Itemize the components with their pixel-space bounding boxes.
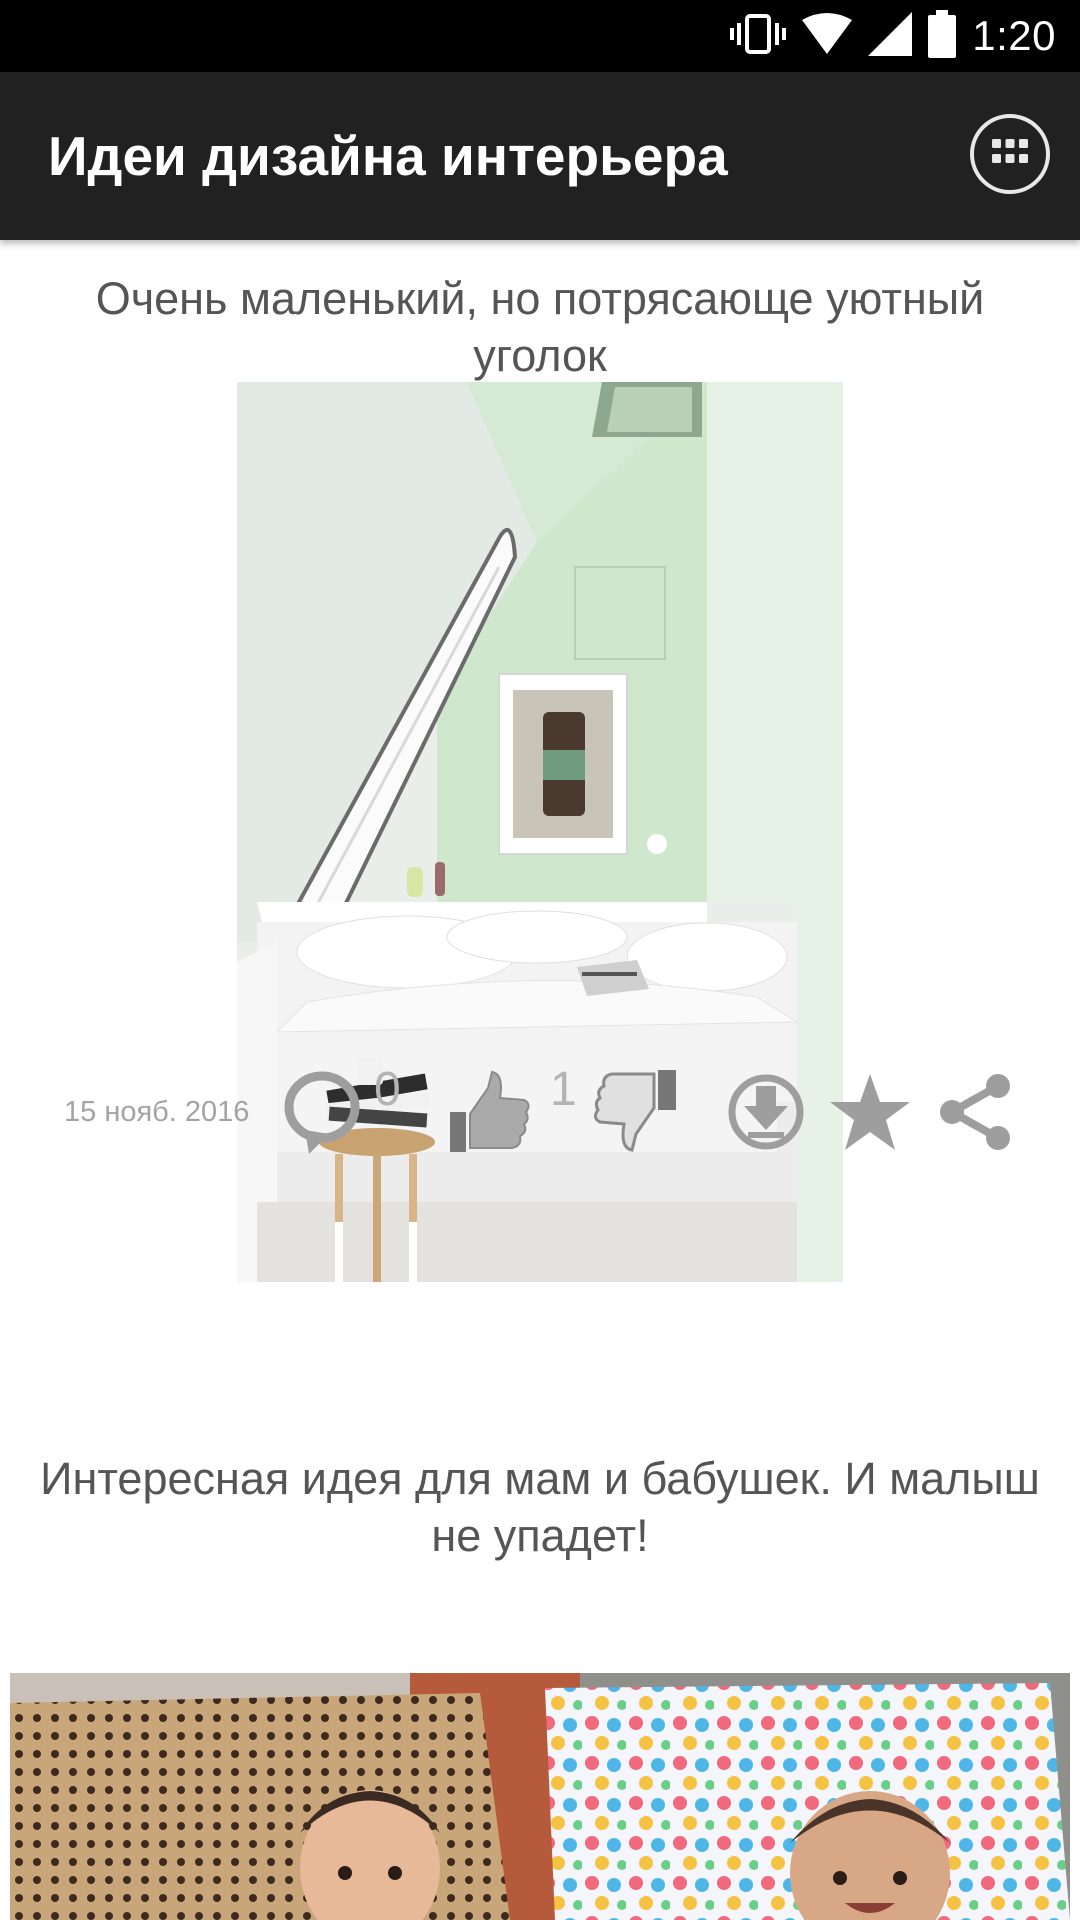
status-bar: 1:20	[0, 0, 1080, 72]
download-icon[interactable]	[726, 1072, 806, 1157]
apps-menu-button[interactable]	[970, 114, 1050, 194]
likes-count: 1	[550, 1063, 577, 1116]
post-title: Очень маленький, но потрясающе уютный уг…	[95, 273, 985, 381]
signal-icon	[868, 11, 913, 61]
battery-icon	[928, 9, 957, 63]
feed[interactable]: Очень маленький, но потрясающе уютный уг…	[0, 240, 1080, 1920]
dislike-icon[interactable]	[592, 1068, 680, 1157]
share-icon[interactable]	[934, 1072, 1016, 1157]
status-icons: 1:20	[730, 0, 1056, 72]
wifi-icon	[802, 12, 853, 61]
app-title: Идеи дизайна интерьера	[48, 125, 728, 187]
app-bar: Идеи дизайна интерьера	[0, 72, 1080, 240]
comments-count: 0	[374, 1063, 401, 1116]
post-date: 15 нояб. 2016	[64, 1096, 250, 1128]
like-icon[interactable]	[448, 1070, 532, 1159]
post-title: Интересная идея для мам и бабушек. И мал…	[40, 1453, 1040, 1561]
comment-icon[interactable]	[283, 1070, 361, 1161]
apps-grid-icon	[988, 137, 1032, 172]
favorite-icon[interactable]	[828, 1072, 912, 1157]
vibrate-icon	[730, 10, 787, 63]
post-image[interactable]	[10, 1673, 1070, 1920]
status-time: 1:20	[972, 12, 1056, 59]
